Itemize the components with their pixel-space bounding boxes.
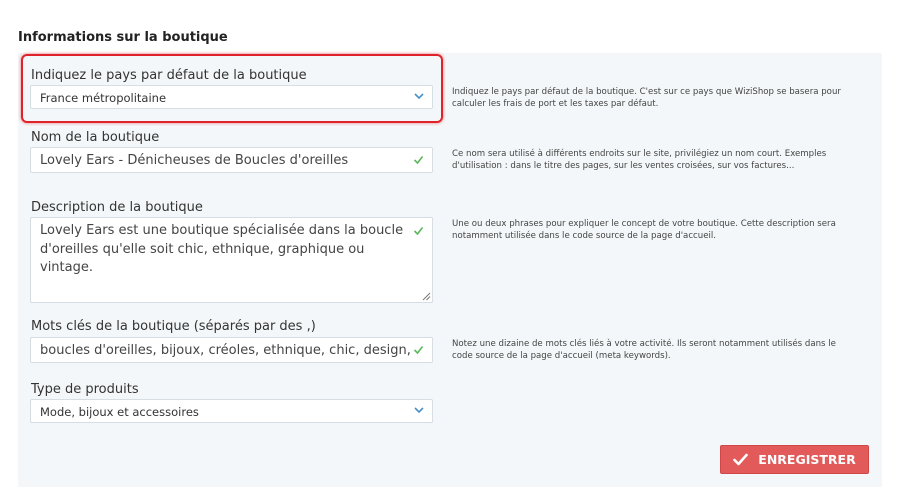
check-icon — [733, 453, 749, 466]
check-icon — [413, 346, 424, 355]
description-value: Lovely Ears est une boutique spécialisée… — [40, 223, 404, 275]
save-button[interactable]: ENREGISTRER — [720, 445, 869, 474]
shop-name-label: Nom de la boutique — [31, 130, 160, 145]
section-title: Informations sur la boutique — [18, 30, 228, 45]
resize-grip-icon[interactable] — [422, 292, 431, 301]
check-icon — [413, 227, 424, 236]
shop-name-help: Ce nom sera utilisé à différents endroit… — [452, 149, 827, 171]
keywords-value: boucles d'oreilles, bijoux, créoles, eth… — [40, 343, 412, 358]
product-type-select-value: Mode, bijoux et accessoires — [40, 405, 199, 419]
chevron-down-icon — [414, 407, 424, 414]
keywords-label: Mots clés de la boutique (séparés par de… — [31, 319, 316, 334]
description-label: Description de la boutique — [31, 200, 203, 215]
description-help: Une ou deux phrases pour expliquer le co… — [452, 219, 836, 241]
product-type-label: Type de produits — [31, 382, 139, 397]
keywords-help: Notez une dizaine de mots clés liés à vo… — [452, 339, 836, 361]
check-icon — [413, 156, 424, 165]
country-help: Indiquez le pays par défaut de la boutiq… — [452, 87, 841, 109]
shop-name-value: Lovely Ears - Dénicheuses de Boucles d'o… — [40, 153, 349, 168]
product-type-select[interactable]: Mode, bijoux et accessoires — [30, 399, 433, 423]
shop-name-input[interactable]: Lovely Ears - Dénicheuses de Boucles d'o… — [30, 147, 433, 173]
keywords-input[interactable]: boucles d'oreilles, bijoux, créoles, eth… — [30, 337, 433, 363]
highlight-box — [21, 54, 443, 123]
description-textarea[interactable]: Lovely Ears est une boutique spécialisée… — [30, 217, 433, 303]
save-button-label: ENREGISTRER — [758, 452, 856, 467]
